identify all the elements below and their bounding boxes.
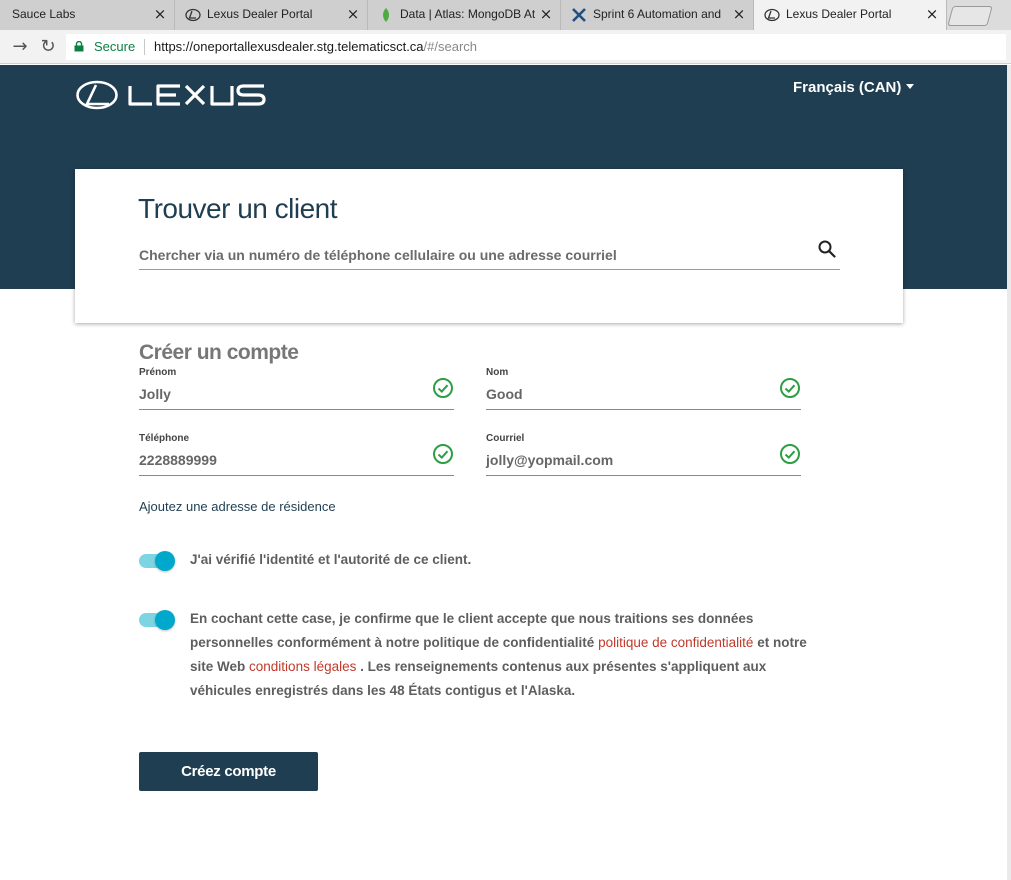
jira-icon	[572, 8, 586, 22]
add-address-link[interactable]: Ajoutez une adresse de résidence	[139, 499, 336, 514]
consent-line: personnelles conformément à notre politi…	[190, 631, 850, 655]
browser-tab[interactable]: Sauce Labs ×	[0, 0, 175, 30]
back-arrow-icon[interactable]: →	[10, 37, 30, 57]
search-underline	[139, 269, 840, 270]
tab-label: Lexus Dealer Portal	[207, 7, 313, 21]
privacy-policy-link[interactable]: politique de confidentialité	[598, 635, 753, 650]
last-name-field[interactable]: Nom Good	[486, 367, 801, 411]
create-account-title: Créer un compte	[139, 341, 299, 364]
browser-tab-strip: Sauce Labs × Lexus Dealer Portal × Data …	[0, 0, 1011, 30]
search-card: Trouver un client Chercher via un numéro…	[75, 169, 903, 323]
tab-close-icon[interactable]: ×	[731, 5, 747, 23]
tab-close-icon[interactable]: ×	[152, 5, 168, 23]
browser-tab-active[interactable]: Lexus Dealer Portal ×	[754, 0, 947, 30]
lexus-logo-icon	[764, 8, 780, 22]
browser-tab[interactable]: Data | Atlas: MongoDB At ×	[368, 0, 561, 30]
lock-icon	[74, 41, 84, 52]
phone-input[interactable]: 2228889999	[139, 452, 217, 468]
reload-icon[interactable]: ↻	[38, 37, 58, 57]
field-label: Téléphone	[139, 433, 190, 444]
lexus-logo-icon	[185, 8, 201, 22]
mongodb-leaf-icon	[383, 8, 389, 22]
consent-text-part: site Web	[190, 659, 246, 674]
field-label: Courriel	[486, 433, 525, 444]
field-label: Nom	[486, 367, 509, 378]
url-host: https://oneportallexusdealer.stg.telemat…	[154, 39, 424, 54]
field-underline	[486, 409, 801, 410]
browser-tab[interactable]: Sprint 6 Automation and ×	[561, 0, 754, 30]
new-tab-button[interactable]	[947, 6, 993, 26]
legal-terms-link[interactable]: conditions légales	[249, 659, 356, 674]
email-field[interactable]: Courriel jolly@yopmail.com	[486, 433, 801, 477]
field-underline	[486, 475, 801, 476]
tab-label: Lexus Dealer Portal	[786, 7, 892, 21]
consent-line: site Web conditions légales . Les rensei…	[190, 655, 850, 679]
tab-label: Sauce Labs	[12, 7, 76, 21]
check-circle-icon	[433, 444, 453, 464]
first-name-field[interactable]: Prénom Jolly	[139, 367, 454, 411]
first-name-input[interactable]: Jolly	[139, 386, 171, 402]
search-icon[interactable]	[817, 239, 837, 259]
language-selector[interactable]: Français (CAN)	[793, 79, 915, 96]
last-name-input[interactable]: Good	[486, 386, 523, 402]
create-account-button[interactable]: Créez compte	[139, 752, 318, 791]
address-bar: → ↻ Secure https://oneportallexusdealer.…	[0, 30, 1011, 64]
check-circle-icon	[780, 444, 800, 464]
lexus-logo[interactable]	[76, 80, 266, 110]
identity-toggle-text: J'ai vérifié l'identité et l'autorité de…	[190, 552, 472, 567]
email-input[interactable]: jolly@yopmail.com	[486, 452, 613, 468]
caret-down-icon	[906, 84, 915, 89]
search-input[interactable]: Chercher via un numéro de téléphone cell…	[139, 247, 617, 263]
toggle-knob	[155, 610, 175, 630]
tab-close-icon[interactable]: ×	[924, 5, 940, 23]
check-circle-icon	[433, 378, 453, 398]
tab-label: Data | Atlas: MongoDB At	[400, 7, 535, 21]
browser-tab[interactable]: Lexus Dealer Portal ×	[175, 0, 368, 30]
tab-label: Sprint 6 Automation and	[593, 7, 722, 21]
tab-close-icon[interactable]: ×	[538, 5, 554, 23]
consent-text-part: . Les renseignements contenus aux présen…	[360, 659, 767, 674]
url-omnibox[interactable]: Secure https://oneportallexusdealer.stg.…	[66, 34, 1006, 60]
field-underline	[139, 475, 454, 476]
tab-close-icon[interactable]: ×	[345, 5, 361, 23]
consent-text-part: personnelles conformément à notre politi…	[190, 635, 595, 650]
toggle-knob	[155, 551, 175, 571]
search-title: Trouver un client	[138, 193, 338, 224]
url-path: /#/search	[423, 39, 478, 54]
divider	[144, 39, 145, 55]
consent-line: véhicules enregistrés dans les 48 États …	[190, 683, 576, 698]
consent-text: En cochant cette case, je confirme que l…	[190, 607, 850, 703]
field-label: Prénom	[139, 367, 177, 378]
consent-text-part: et notre	[757, 635, 807, 650]
url-text[interactable]: https://oneportallexusdealer.stg.telemat…	[154, 39, 477, 54]
check-circle-icon	[780, 378, 800, 398]
language-label: Français (CAN)	[793, 79, 902, 96]
identity-toggle[interactable]	[139, 551, 175, 571]
page-scrollbar[interactable]	[1007, 65, 1011, 880]
consent-toggle[interactable]	[139, 610, 175, 630]
consent-line: En cochant cette case, je confirme que l…	[190, 611, 754, 626]
secure-label: Secure	[94, 39, 136, 54]
field-underline	[139, 409, 454, 410]
phone-field[interactable]: Téléphone 2228889999	[139, 433, 454, 477]
